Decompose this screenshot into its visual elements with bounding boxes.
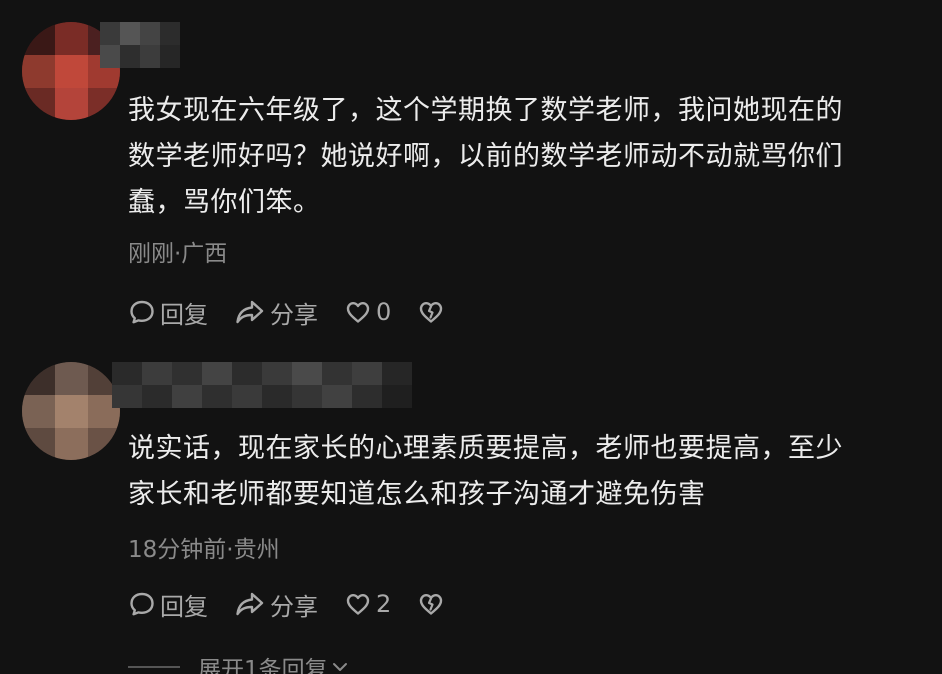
- broken-heart-icon: [420, 302, 443, 323]
- comment-text-line: 蠢，骂你们笨。: [128, 187, 321, 218]
- share-label: 分享: [270, 300, 318, 329]
- comment-text: 说实话，现在家长的心理素质要提高，老师也要提高，至少 家长和老师都要知道怎么和孩…: [128, 426, 918, 518]
- share-label: 分享: [270, 592, 318, 621]
- dislike-button[interactable]: [417, 590, 449, 618]
- username-blurred[interactable]: [112, 362, 412, 408]
- chevron-down-icon: [332, 663, 347, 671]
- like-count: 2: [376, 590, 392, 618]
- like-count: 0: [376, 298, 392, 326]
- heart-icon: [346, 594, 370, 615]
- broken-heart-icon: [420, 594, 443, 615]
- username-blurred[interactable]: [100, 22, 180, 68]
- like-button[interactable]: 0: [344, 298, 391, 326]
- avatar[interactable]: [22, 362, 120, 460]
- comment-bubble-icon: [130, 300, 154, 324]
- reply-button[interactable]: 回复: [128, 295, 208, 330]
- comment-text-line: 我女现在六年级了，这个学期换了数学老师，我问她现在的: [128, 95, 843, 126]
- comment-text-line: 家长和老师都要知道怎么和孩子沟通才避免伤害: [128, 479, 706, 510]
- comment-bubble-icon: [130, 592, 154, 616]
- share-button[interactable]: 分享: [234, 295, 318, 330]
- comment-meta: 18分钟前·贵州: [128, 537, 280, 563]
- comment-item: 说实话，现在家长的心理素质要提高，老师也要提高，至少 家长和老师都要知道怎么和孩…: [0, 340, 942, 674]
- reply-label: 回复: [160, 300, 208, 329]
- expand-replies-button[interactable]: 展开1条回复: [128, 650, 350, 674]
- comment-text: 我女现在六年级了，这个学期换了数学老师，我问她现在的 数学老师好吗？她说好啊，以…: [128, 88, 918, 226]
- comment-item: 我女现在六年级了，这个学期换了数学老师，我问她现在的 数学老师好吗？她说好啊，以…: [0, 0, 942, 340]
- expand-replies-label: 展开1条回复: [198, 657, 328, 674]
- comment-actions: 回复 分享 0: [128, 292, 475, 332]
- dislike-button[interactable]: [417, 298, 449, 326]
- comment-text-line: 数学老师好吗？她说好啊，以前的数学老师动不动就骂你们: [128, 141, 843, 172]
- divider-line: [128, 666, 180, 668]
- comment-list: 我女现在六年级了，这个学期换了数学老师，我问她现在的 数学老师好吗？她说好啊，以…: [0, 0, 942, 674]
- comment-actions: 回复 分享 2: [128, 584, 475, 624]
- share-arrow-icon: [236, 300, 264, 324]
- comment-meta: 刚刚·广西: [128, 241, 228, 267]
- heart-icon: [346, 302, 370, 323]
- share-arrow-icon: [236, 592, 264, 616]
- share-button[interactable]: 分享: [234, 587, 318, 622]
- comment-text-line: 说实话，现在家长的心理素质要提高，老师也要提高，至少: [128, 433, 843, 464]
- reply-label: 回复: [160, 592, 208, 621]
- like-button[interactable]: 2: [344, 590, 391, 618]
- reply-button[interactable]: 回复: [128, 587, 208, 622]
